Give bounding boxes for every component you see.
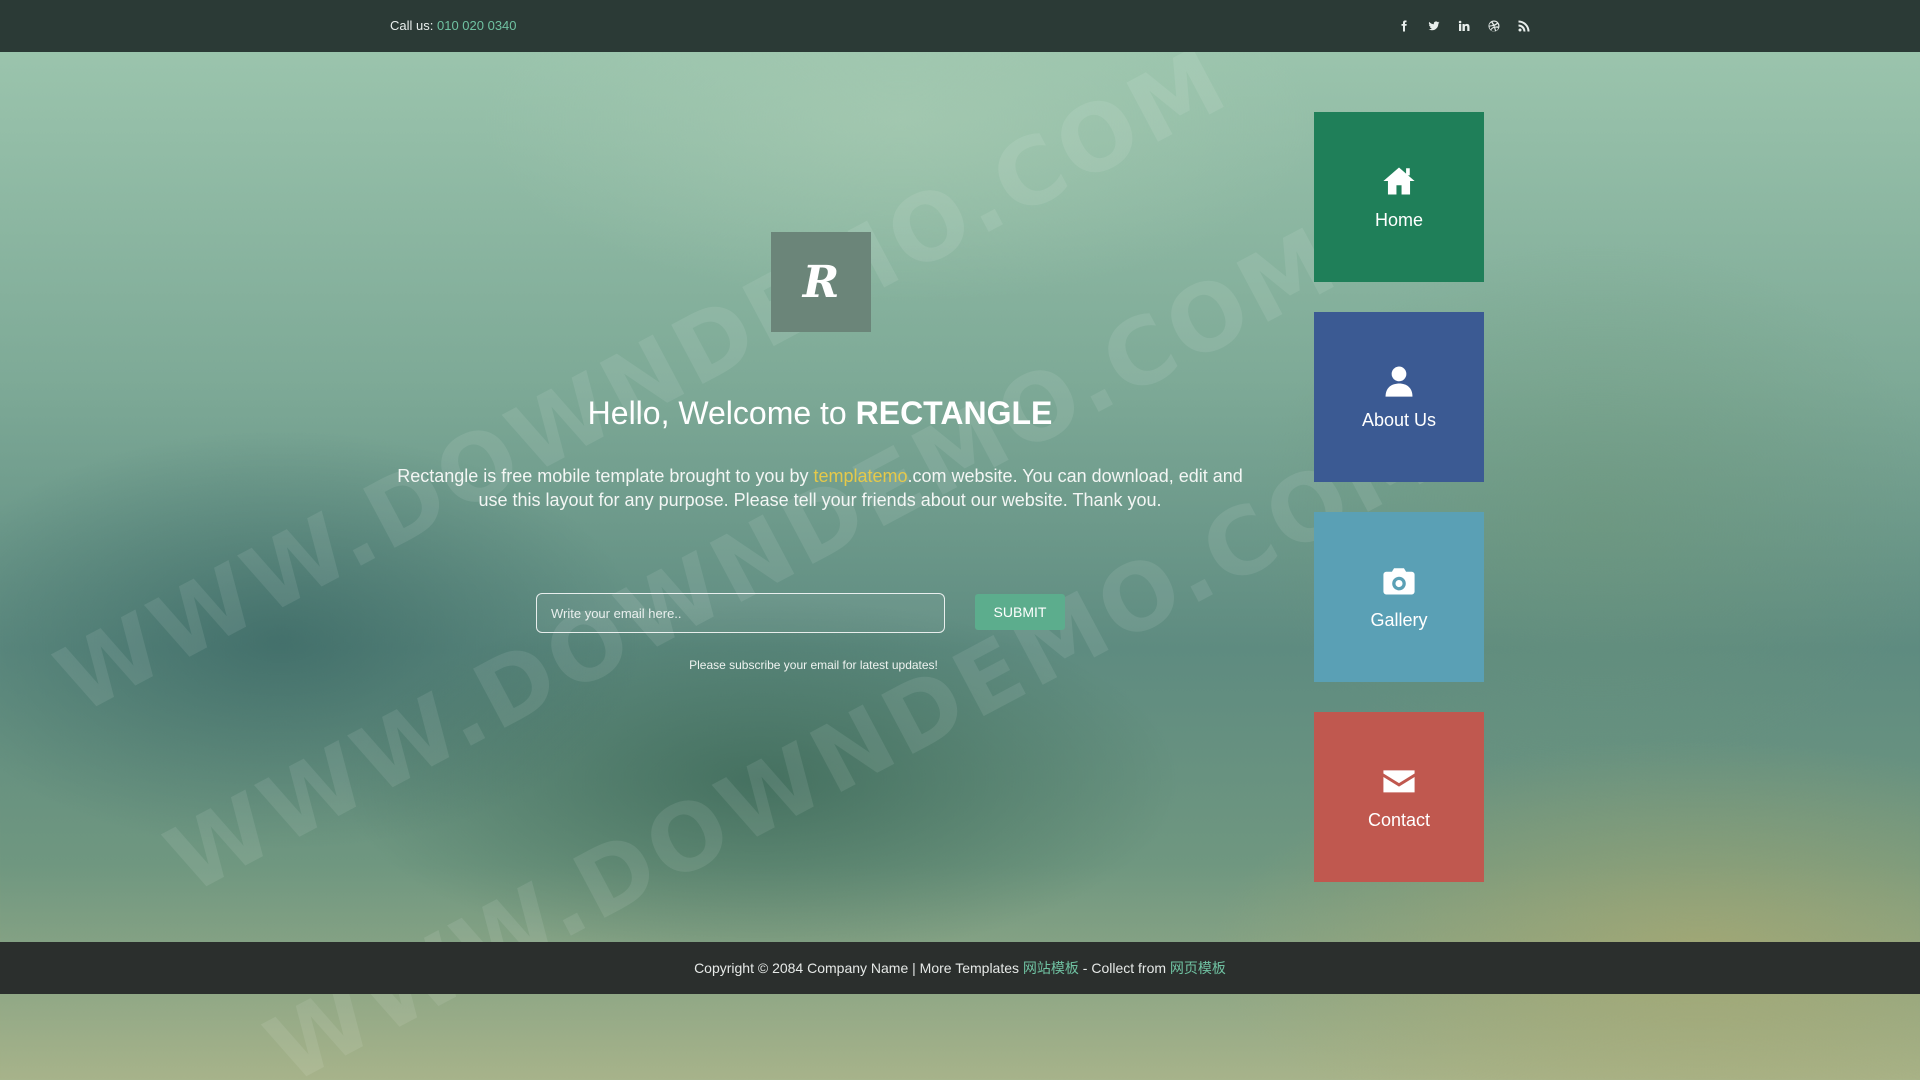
brand-name: RECTANGLE [855,395,1053,431]
nav-label-about: About Us [1361,409,1437,430]
call-us: Call us: 010 020 0340 [390,0,517,52]
nav-label-home: Home [1374,209,1423,230]
footer: Copyright © 2084 Company Name | More Tem… [0,942,1920,994]
phone-link[interactable]: 010 020 0340 [437,18,517,33]
collect-text: - Collect from [1082,960,1167,976]
nav-label-gallery: Gallery [1370,609,1428,630]
home-icon [1383,167,1415,194]
twitter-icon[interactable] [1426,18,1442,34]
intro-text: Rectangle is free mobile template brough… [395,464,1245,512]
nav-tile-contact[interactable]: Contact [1314,712,1484,882]
submit-button[interactable]: SUBMIT [975,594,1065,630]
welcome-prefix: Hello, Welcome to [587,395,847,431]
facebook-icon[interactable] [1396,18,1412,34]
logo-letter: R [802,256,840,308]
nav-tile-home[interactable]: Home [1314,112,1484,282]
nav-tile-gallery[interactable]: Gallery [1314,512,1484,682]
email-input[interactable] [536,593,945,633]
user-icon [1385,366,1413,397]
intro-before: Rectangle is free mobile template brough… [397,466,809,486]
linkedin-icon[interactable] [1456,18,1472,34]
call-label: Call us: [390,18,434,33]
footer-link-collect[interactable]: 网页模板 [1170,960,1226,976]
top-bar: Call us: 010 020 0340 [0,0,1920,52]
templatemo-link[interactable]: templatemo [813,466,907,486]
social-links [1396,0,1532,52]
envelope-icon [1383,769,1415,792]
footer-link-templates[interactable]: 网站模板 [1023,960,1079,976]
copyright-text: Copyright © 2084 Company Name | More Tem… [694,960,1020,976]
dribbble-icon[interactable] [1486,18,1502,34]
nav-tile-about[interactable]: About Us [1314,312,1484,482]
watermark: WWW.DOWNDEMO.COM [150,205,1356,915]
page-title: Hello, Welcome to RECTANGLE [400,395,1240,432]
nav-label-contact: Contact [1367,809,1431,830]
subscribe-note: Please subscribe your email for latest u… [689,658,938,672]
logo[interactable]: R [771,232,871,332]
camera-icon [1383,567,1415,594]
rss-icon[interactable] [1516,18,1532,34]
